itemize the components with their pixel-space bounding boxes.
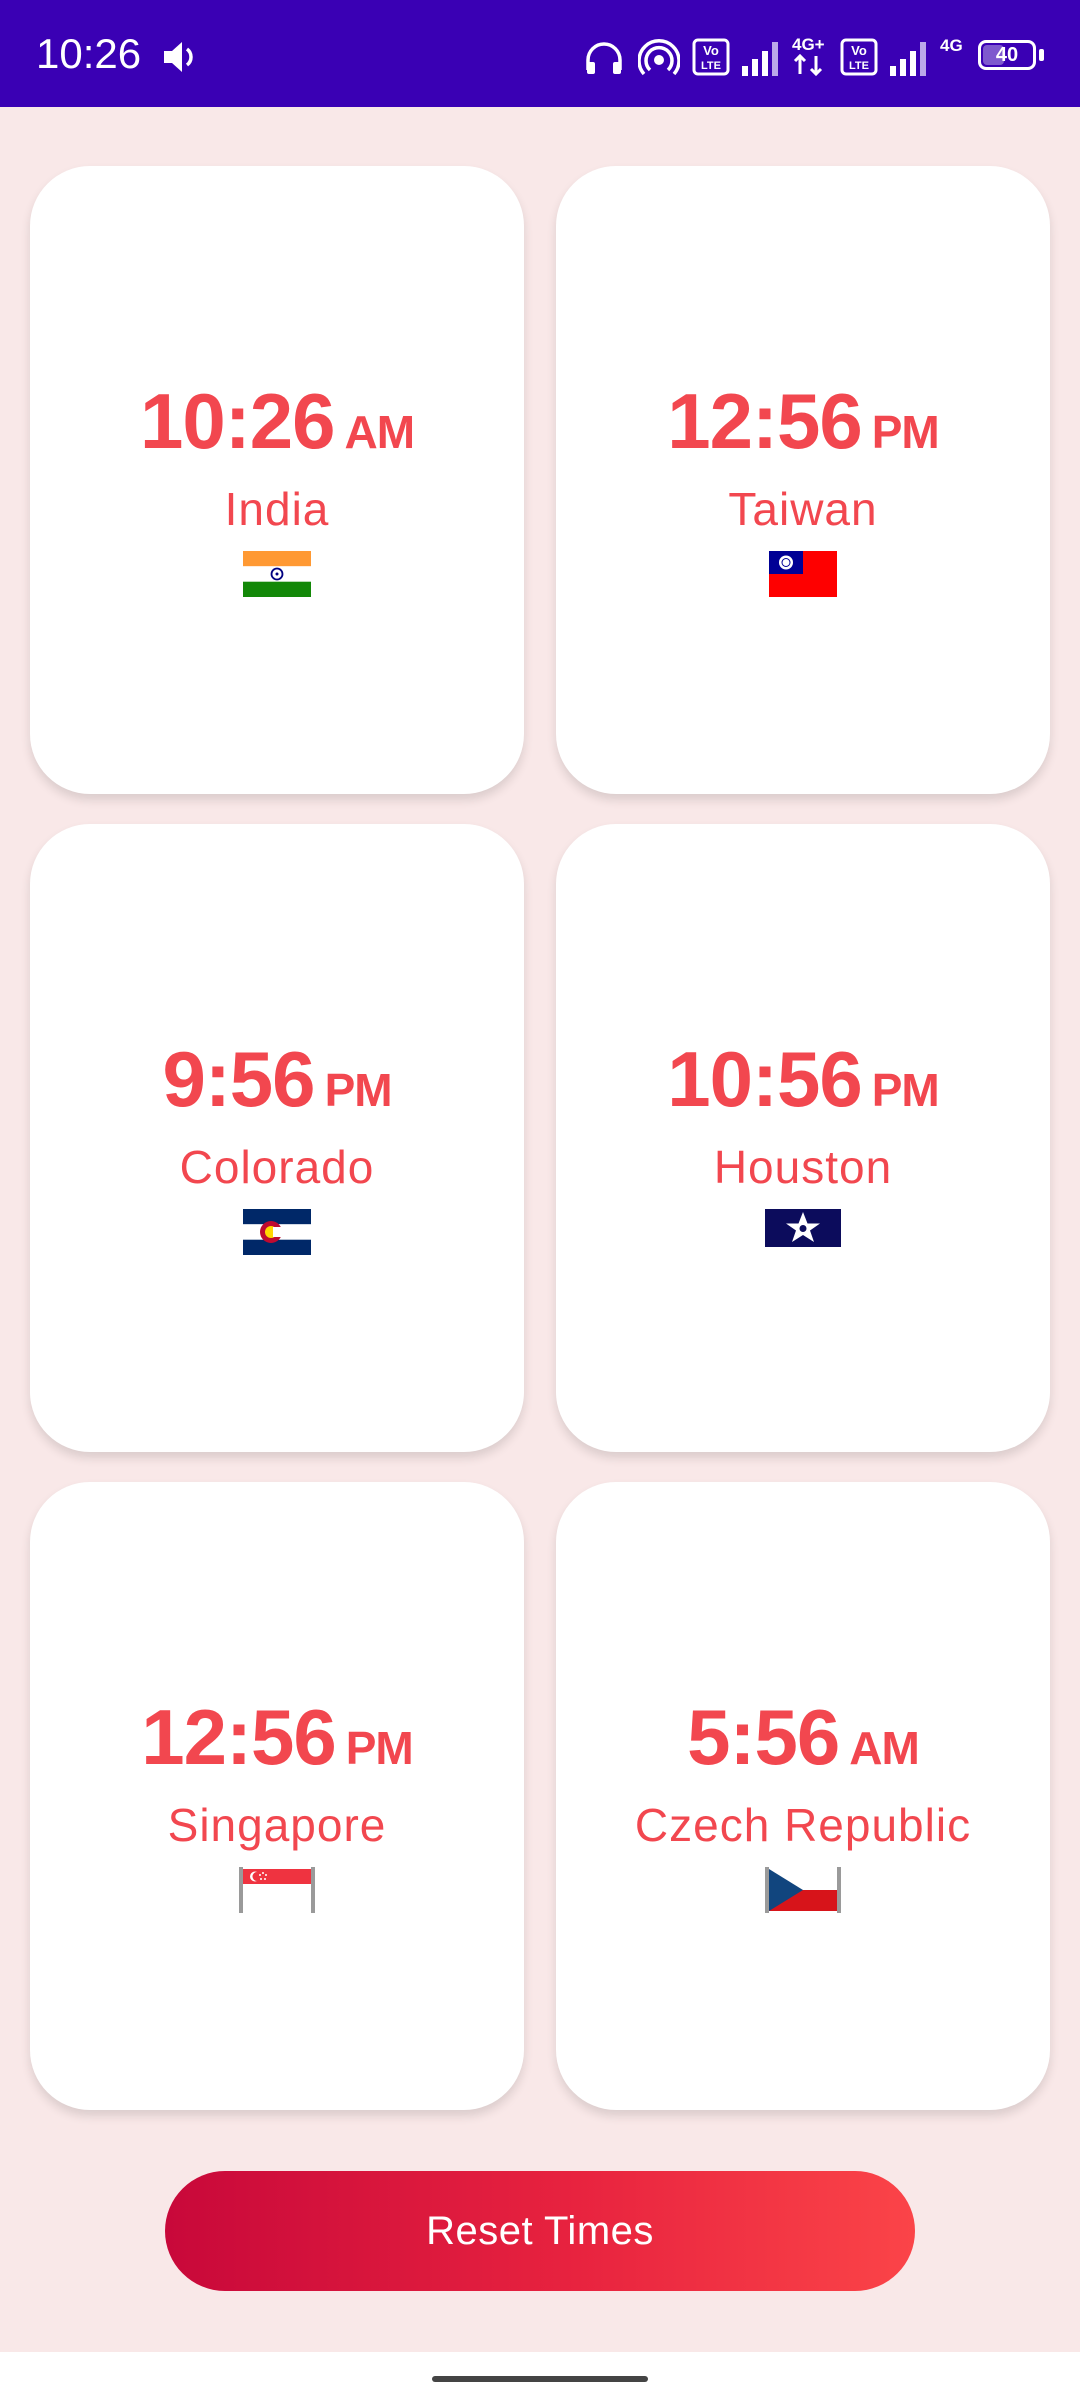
- card-ampm: PM: [871, 406, 940, 458]
- card-time: 9:56 PM: [30, 1034, 524, 1135]
- svg-text:LTE: LTE: [701, 60, 721, 72]
- card-time-value: 10:26: [139, 377, 335, 465]
- status-bar: 10:26 Vo LTE 4G+ Vo LTE 4G 40: [0, 0, 1080, 107]
- timezone-card-czech-republic[interactable]: 5:56 AM Czech Republic: [556, 1482, 1050, 2110]
- card-place: Houston: [713, 1141, 893, 1193]
- card-time-value: 10:56: [667, 1035, 862, 1123]
- card-place: India: [224, 483, 330, 535]
- india-flag-icon: [243, 551, 311, 597]
- headphones-icon: [586, 42, 622, 74]
- volte-icon: Vo LTE: [840, 38, 878, 76]
- card-time: 5:56 AM: [556, 1692, 1050, 1793]
- signal-icon: [742, 42, 778, 76]
- volume-icon: [164, 42, 193, 72]
- card-place: Singapore: [167, 1799, 387, 1851]
- status-time: 10:26: [36, 30, 142, 77]
- card-ampm: AM: [344, 406, 415, 458]
- card-time-value: 5:56: [687, 1693, 840, 1781]
- singapore-flag-icon: [239, 1867, 315, 1913]
- svg-text:4G: 4G: [940, 36, 963, 55]
- card-place: Colorado: [179, 1141, 375, 1193]
- svg-text:Vo: Vo: [703, 43, 719, 58]
- timezone-card-houston[interactable]: 10:56 PM Houston: [556, 824, 1050, 1452]
- svg-text:LTE: LTE: [849, 60, 869, 72]
- battery-icon: 40: [978, 40, 1036, 70]
- card-place: Czech Republic: [634, 1799, 972, 1851]
- hotspot-icon: [638, 39, 680, 76]
- card-ampm: PM: [871, 1064, 940, 1116]
- 4g-plus-icon: 4G+: [792, 35, 825, 77]
- card-ampm: PM: [345, 1722, 414, 1774]
- svg-text:4G+: 4G+: [792, 35, 825, 54]
- timezone-card-taiwan[interactable]: 12:56 PM Taiwan: [556, 166, 1050, 794]
- card-ampm: PM: [324, 1064, 393, 1116]
- timezone-card-colorado[interactable]: 9:56 PM Colorado: [30, 824, 524, 1452]
- card-time-value: 12:56: [667, 377, 862, 465]
- colorado-flag-icon: [243, 1209, 311, 1255]
- card-place: Taiwan: [728, 483, 878, 535]
- signal-icon: [890, 42, 926, 76]
- houston-flag-icon: [765, 1209, 841, 1247]
- home-gesture-handle[interactable]: [432, 2376, 648, 2382]
- battery-level: 40: [995, 44, 1019, 66]
- card-time: 12:56 PM: [30, 1692, 524, 1793]
- taiwan-flag-icon: [769, 551, 837, 597]
- card-time: 10:26 AM: [30, 376, 524, 477]
- reset-times-button[interactable]: Reset Times: [165, 2171, 915, 2291]
- czech-republic-flag-icon: [765, 1867, 841, 1913]
- 4g-icon: 4G: [940, 36, 963, 55]
- card-ampm: AM: [849, 1722, 920, 1774]
- svg-text:Vo: Vo: [851, 43, 867, 58]
- card-time-value: 12:56: [141, 1693, 336, 1781]
- card-time: 10:56 PM: [556, 1034, 1050, 1135]
- timezone-card-singapore[interactable]: 12:56 PM Singapore: [30, 1482, 524, 2110]
- card-time: 12:56 PM: [556, 376, 1050, 477]
- timezone-card-india[interactable]: 10:26 AM India: [30, 166, 524, 794]
- battery-tip: [1039, 49, 1044, 61]
- volte-icon: Vo LTE: [692, 38, 730, 76]
- card-time-value: 9:56: [162, 1035, 315, 1123]
